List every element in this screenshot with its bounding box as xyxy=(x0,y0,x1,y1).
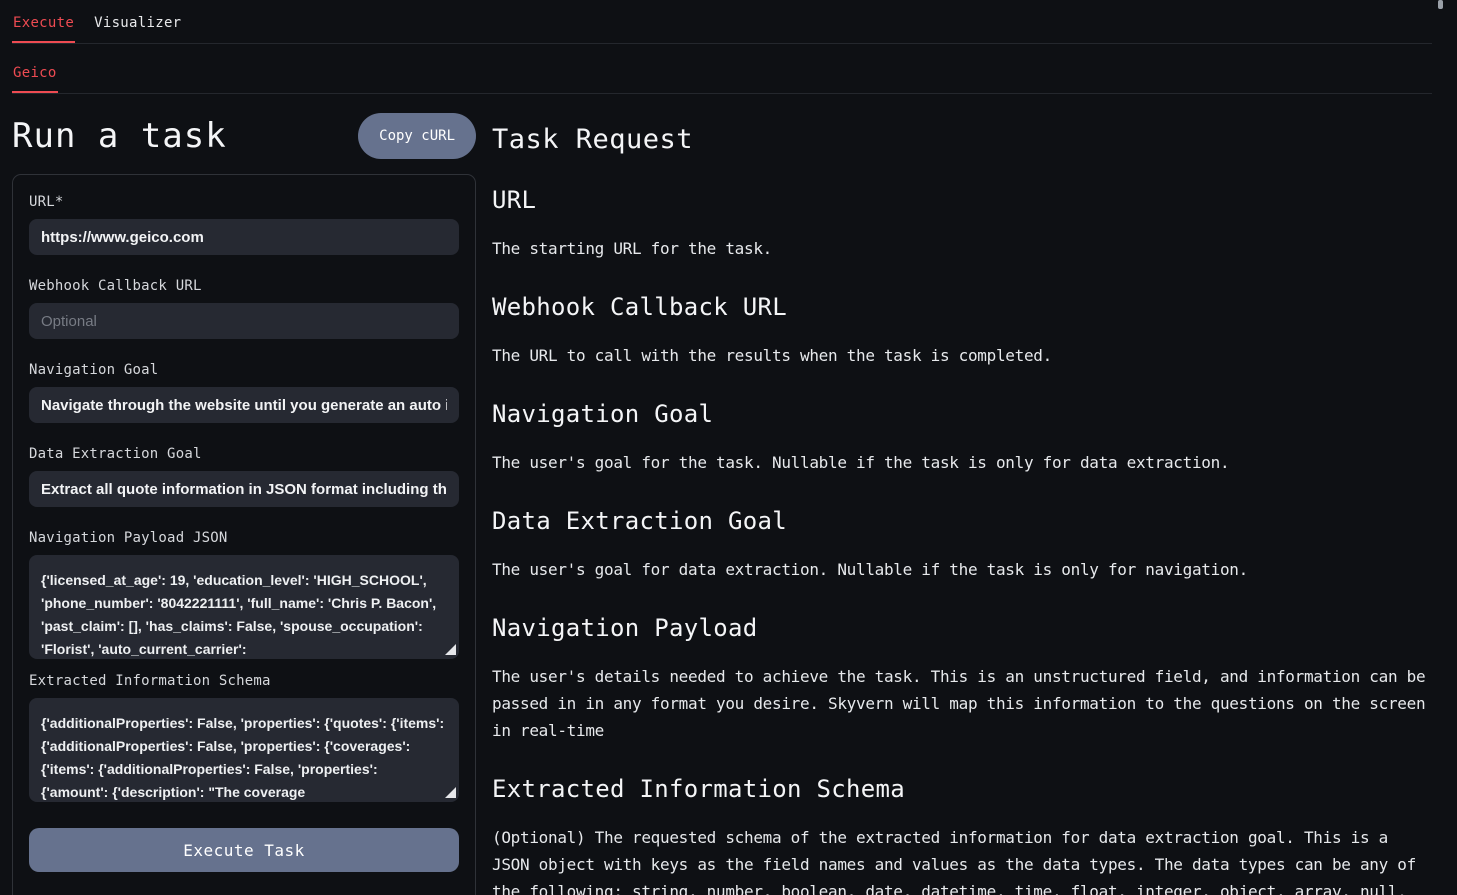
doc-body: The user's goal for data extraction. Nul… xyxy=(492,556,1432,583)
doc-section-webhook-callback-url: Webhook Callback URL The URL to call wit… xyxy=(492,293,1432,369)
doc-body: The starting URL for the task. xyxy=(492,235,1432,262)
run-task-header: Run a task Copy cURL xyxy=(12,113,476,159)
navigation-goal-label: Navigation Goal xyxy=(29,362,459,378)
data-extraction-goal-label: Data Extraction Goal xyxy=(29,446,459,462)
page-title: Run a task xyxy=(12,116,227,156)
resize-grip-icon[interactable] xyxy=(445,787,456,798)
scrollbar-thumb[interactable] xyxy=(1438,0,1443,9)
doc-section-url: URL The starting URL for the task. xyxy=(492,186,1432,262)
doc-section-data-extraction-goal: Data Extraction Goal The user's goal for… xyxy=(492,507,1432,583)
sub-tab-bar: Geico xyxy=(12,44,1432,94)
doc-section-navigation-goal: Navigation Goal The user's goal for the … xyxy=(492,400,1432,476)
data-extraction-goal-field-group: Data Extraction Goal xyxy=(29,446,459,507)
doc-body: The user's goal for the task. Nullable i… xyxy=(492,449,1432,476)
data-extraction-goal-input[interactable] xyxy=(29,471,459,507)
doc-heading: Navigation Payload xyxy=(492,614,1432,642)
navigation-payload-json-input[interactable]: {'licensed_at_age': 19, 'education_level… xyxy=(29,555,459,659)
navigation-payload-json-label: Navigation Payload JSON xyxy=(29,530,459,546)
navigation-goal-input[interactable] xyxy=(29,387,459,423)
main-tab-bar: Execute Visualizer xyxy=(12,0,1432,44)
webhook-field-group: Webhook Callback URL xyxy=(29,278,459,339)
main-content: Run a task Copy cURL URL* Webhook Callba… xyxy=(0,94,1457,895)
doc-heading: Webhook Callback URL xyxy=(492,293,1432,321)
doc-heading: Navigation Goal xyxy=(492,400,1432,428)
url-label: URL* xyxy=(29,194,459,210)
webhook-callback-url-input[interactable] xyxy=(29,303,459,339)
extracted-schema-field-group: Extracted Information Schema {'additiona… xyxy=(29,673,459,802)
extracted-information-schema-input[interactable]: {'additionalProperties': False, 'propert… xyxy=(29,698,459,802)
navigation-goal-field-group: Navigation Goal xyxy=(29,362,459,423)
doc-heading: Data Extraction Goal xyxy=(492,507,1432,535)
tab-visualizer[interactable]: Visualizer xyxy=(93,0,182,43)
copy-curl-button[interactable]: Copy cURL xyxy=(358,113,476,159)
tab-execute[interactable]: Execute xyxy=(12,0,75,43)
doc-body: (Optional) The requested schema of the e… xyxy=(492,824,1432,895)
doc-body: The user's details needed to achieve the… xyxy=(492,663,1432,744)
resize-grip-icon[interactable] xyxy=(445,644,456,655)
task-form-card: URL* Webhook Callback URL Navigation Goa… xyxy=(12,174,476,895)
docs-title: Task Request xyxy=(492,124,1432,155)
doc-body: The URL to call with the results when th… xyxy=(492,342,1432,369)
doc-section-extracted-information-schema: Extracted Information Schema (Optional) … xyxy=(492,775,1432,895)
url-field-group: URL* xyxy=(29,194,459,255)
webhook-callback-url-label: Webhook Callback URL xyxy=(29,278,459,294)
doc-heading: URL xyxy=(492,186,1432,214)
subtab-geico[interactable]: Geico xyxy=(12,44,58,93)
url-input[interactable] xyxy=(29,219,459,255)
doc-heading: Extracted Information Schema xyxy=(492,775,1432,803)
run-task-panel: Run a task Copy cURL URL* Webhook Callba… xyxy=(12,94,476,895)
task-request-docs: Task Request URL The starting URL for th… xyxy=(492,124,1432,895)
navigation-payload-field-group: Navigation Payload JSON {'licensed_at_ag… xyxy=(29,530,459,659)
execute-task-button[interactable]: Execute Task xyxy=(29,828,459,872)
doc-section-navigation-payload: Navigation Payload The user's details ne… xyxy=(492,614,1432,744)
extracted-information-schema-label: Extracted Information Schema xyxy=(29,673,459,689)
